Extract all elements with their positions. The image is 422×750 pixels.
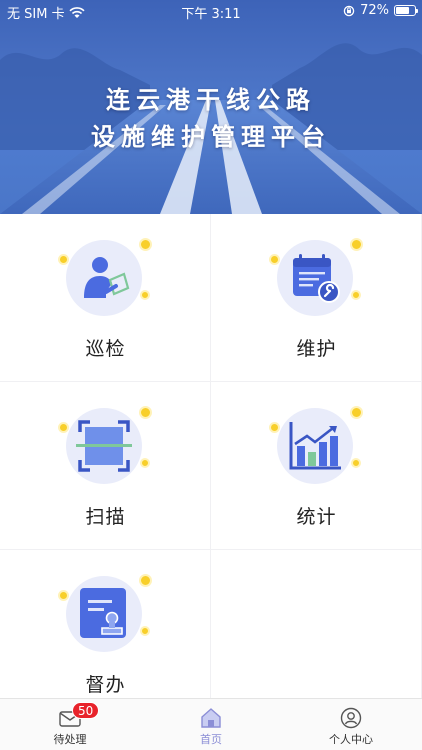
- tab-label: 待处理: [53, 733, 87, 746]
- bar-chart-icon: [289, 422, 341, 470]
- tab-profile[interactable]: 个人中心: [281, 699, 421, 750]
- hero-banner: 无 SIM 卡 下午 3:11 72% 连云港干线公路 设施维护管理平台: [0, 0, 422, 214]
- battery-percent: 72%: [360, 3, 389, 18]
- menu-label: 统计: [296, 506, 337, 528]
- menu-item-maintenance[interactable]: 维护: [211, 214, 422, 382]
- menu-item-supervision[interactable]: 督办: [0, 550, 211, 718]
- menu-item-scan[interactable]: 扫描: [0, 382, 211, 550]
- scan-icon: [76, 420, 132, 472]
- menu-label: 维护: [296, 338, 337, 360]
- menu-icon-wrapper: [58, 238, 152, 316]
- tab-label: 个人中心: [329, 733, 373, 746]
- calendar-wrench-icon: [293, 254, 340, 303]
- menu-icon-wrapper: [269, 238, 363, 316]
- menu-item-statistics[interactable]: 统计: [211, 382, 422, 550]
- pending-count-badge: 50: [72, 702, 100, 719]
- rotation-lock-icon: [343, 5, 355, 16]
- menu-icon-wrapper: [58, 574, 152, 652]
- battery-fill: [396, 7, 409, 14]
- tab-label: 首页: [200, 733, 222, 746]
- menu-label: 督办: [85, 674, 126, 696]
- battery-icon: [394, 5, 418, 16]
- menu-label: 扫描: [85, 506, 126, 528]
- menu-label: 巡检: [85, 338, 126, 360]
- menu-icon-wrapper: [269, 406, 363, 484]
- menu-item-inspection[interactable]: 巡检: [0, 214, 211, 382]
- status-bar: 无 SIM 卡 下午 3:11 72%: [0, 0, 422, 22]
- battery-info: 72%: [343, 3, 418, 18]
- tab-bar: 50 待处理 首页 个人中心: [0, 698, 422, 750]
- tab-home[interactable]: 首页: [141, 699, 281, 750]
- user-icon: [340, 707, 362, 729]
- hero-title-line2: 设施维护管理平台: [91, 123, 331, 151]
- home-icon: [201, 708, 221, 728]
- document-stamp-icon: [80, 588, 126, 638]
- menu-empty-cell: [211, 550, 422, 718]
- menu-icon-wrapper: [58, 406, 152, 484]
- hero-title-line1: 连云港干线公路: [106, 86, 316, 114]
- tab-pending[interactable]: 50 待处理: [0, 699, 140, 750]
- inspector-icon: [84, 257, 130, 298]
